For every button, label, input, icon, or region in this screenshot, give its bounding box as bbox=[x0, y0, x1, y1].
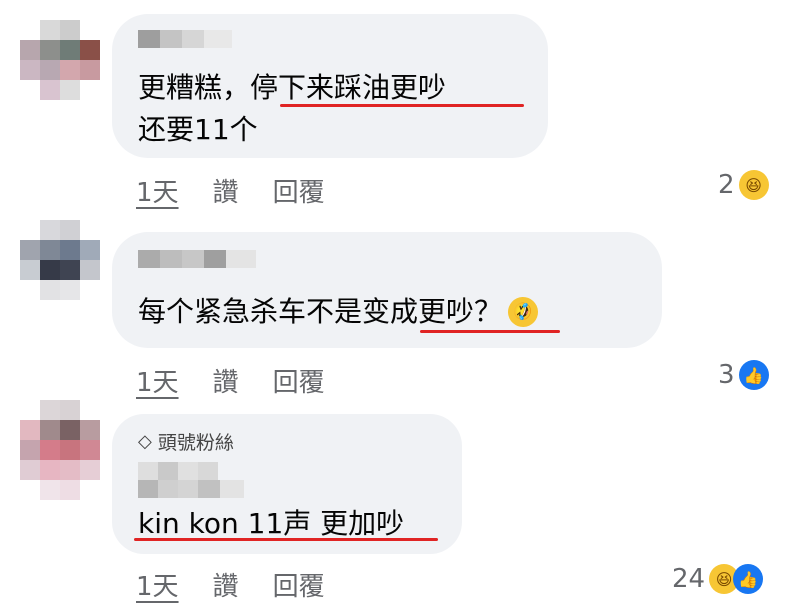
badge-label: 頭號粉絲 bbox=[157, 432, 234, 454]
avatar[interactable] bbox=[20, 20, 100, 100]
reaction-summary[interactable]: 3 👍 bbox=[718, 360, 769, 390]
blurred-author-name[interactable] bbox=[138, 30, 232, 48]
comment-text-line: kin kon 11声 更加吵 bbox=[138, 507, 405, 540]
comment-actions: 1天 讚 回覆 bbox=[136, 172, 325, 209]
reaction-summary[interactable]: 2 😆 bbox=[718, 170, 769, 200]
comment-actions: 1天 讚 回覆 bbox=[136, 362, 325, 399]
comment-bubble: 每个紧急杀车不是变成更吵？ 🤣 bbox=[112, 232, 662, 348]
reply-button[interactable]: 回覆 bbox=[273, 172, 325, 209]
comment-bubble: ◇ 頭號粉絲 kin kon 11声 更加吵 bbox=[112, 414, 462, 554]
reply-button[interactable]: 回覆 bbox=[273, 566, 325, 603]
laughing-emoji-icon: 😆 bbox=[738, 170, 769, 200]
avatar[interactable] bbox=[20, 400, 100, 500]
timestamp-link[interactable]: 1天 bbox=[136, 172, 179, 209]
comment-actions: 1天 讚 回覆 bbox=[136, 566, 325, 603]
highlight-underline bbox=[280, 104, 524, 107]
like-icon: 👍 bbox=[733, 564, 764, 594]
comment-text-line: 更糟糕，停下来踩油更吵 bbox=[138, 71, 447, 104]
blurred-author-name bbox=[138, 480, 244, 498]
highlight-underline bbox=[134, 538, 438, 541]
diamond-icon: ◇ bbox=[138, 431, 152, 452]
reaction-count: 24 bbox=[672, 564, 706, 594]
highlight-underline bbox=[420, 330, 560, 333]
like-icon: 👍 bbox=[738, 360, 769, 390]
rolling-on-floor-laughing-emoji-icon: 🤣 bbox=[503, 292, 543, 332]
blurred-author-name[interactable] bbox=[138, 250, 256, 268]
timestamp-link[interactable]: 1天 bbox=[136, 362, 179, 399]
like-button[interactable]: 讚 bbox=[213, 362, 239, 399]
comment-text: 每个紧急杀车不是变成更吵？ bbox=[138, 295, 503, 328]
comment-text-line: 还要11个 bbox=[138, 113, 258, 146]
reaction-summary[interactable]: 24 😆 👍 bbox=[672, 564, 764, 594]
comment-bubble: 更糟糕，停下来踩油更吵 还要11个 bbox=[112, 14, 548, 158]
blurred-author-name[interactable] bbox=[138, 462, 218, 480]
like-button[interactable]: 讚 bbox=[213, 172, 239, 209]
avatar[interactable] bbox=[20, 220, 100, 300]
reaction-count: 2 bbox=[718, 170, 735, 200]
reaction-count: 3 bbox=[718, 360, 735, 390]
comment-text-line: 每个紧急杀车不是变成更吵？ 🤣 bbox=[138, 292, 543, 332]
top-fan-badge: ◇ 頭號粉絲 bbox=[138, 428, 234, 455]
like-button[interactable]: 讚 bbox=[213, 566, 239, 603]
timestamp-link[interactable]: 1天 bbox=[136, 566, 179, 603]
reply-button[interactable]: 回覆 bbox=[273, 362, 325, 399]
